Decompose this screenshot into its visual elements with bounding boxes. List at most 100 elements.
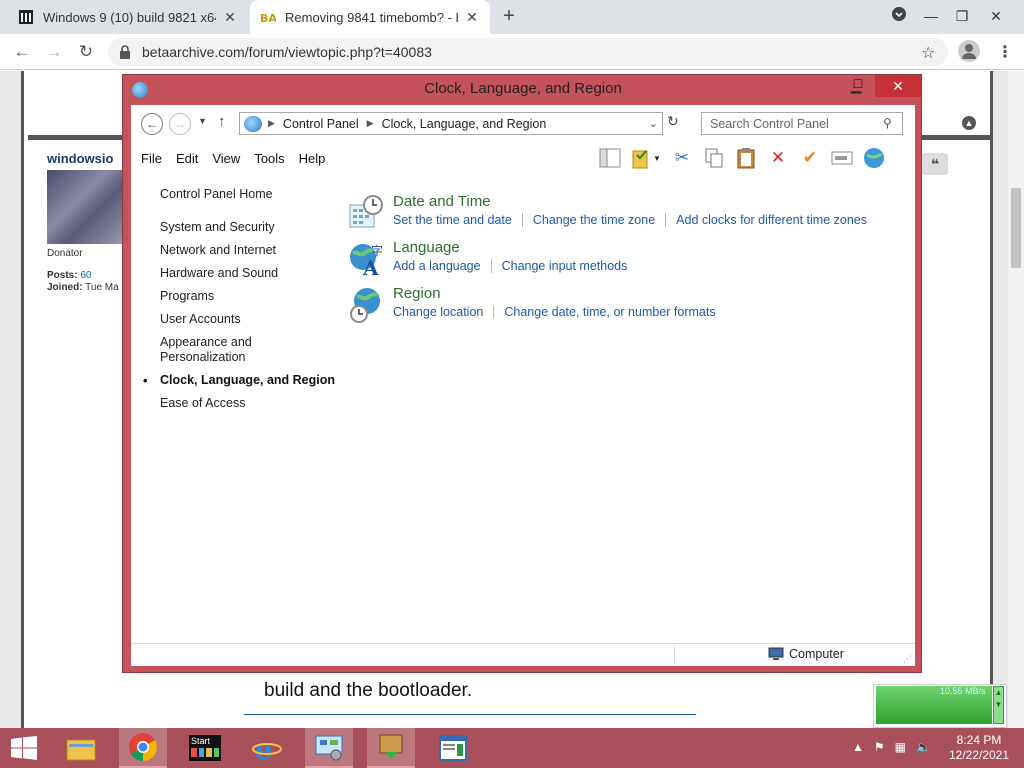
layout-pane-icon[interactable] <box>597 145 623 171</box>
resize-grip-icon[interactable]: ⋰ <box>903 654 912 665</box>
new-tab-icon[interactable]: + <box>498 6 520 28</box>
search-icon[interactable]: ⚲ <box>883 116 892 130</box>
link-set-time-date[interactable]: Set the time and date <box>393 213 512 227</box>
post-body-text: build and the bootloader. <box>264 680 473 701</box>
category-title[interactable]: Region <box>393 285 441 302</box>
quote-button[interactable]: ❝ <box>922 153 948 175</box>
menu-edit[interactable]: Edit <box>176 151 198 166</box>
network-icon[interactable]: ▦ <box>895 740 906 754</box>
nav-hardware-sound[interactable]: Hardware and Sound <box>160 266 340 281</box>
explorer-back-icon[interactable]: ← <box>141 113 163 135</box>
language-globe-icon: A字 <box>350 243 383 277</box>
explorer-address-bar[interactable]: ▶ Control Panel ▶ Clock, Language, and R… <box>239 112 663 135</box>
link-change-time-zone[interactable]: Change the time zone <box>533 213 655 227</box>
posts-count[interactable]: 60 <box>80 270 91 281</box>
menu-file[interactable]: File <box>141 151 162 166</box>
nav-ease-of-access[interactable]: Ease of Access <box>160 396 340 411</box>
volume-muted-icon[interactable]: 🔈 <box>916 740 931 754</box>
taskbar-start-app[interactable]: Start <box>181 728 229 768</box>
joined-value: Tue Ma <box>85 282 119 293</box>
menu-kebab-icon[interactable]: ⋮ <box>997 42 1013 62</box>
category-links: Set the time and date Change the time zo… <box>393 213 867 227</box>
window-title: Clock, Language, and Region <box>424 80 622 97</box>
scrollbar-thumb[interactable] <box>1011 188 1021 268</box>
bookmark-star-icon[interactable]: ☆ <box>921 43 935 63</box>
url-text[interactable]: betaarchive.com/forum/viewtopic.php?t=40… <box>142 44 432 60</box>
link-add-language[interactable]: Add a language <box>393 259 481 273</box>
internet-globe-icon[interactable] <box>861 145 887 171</box>
delete-icon[interactable]: ✕ <box>765 145 791 171</box>
taskbar-clock[interactable]: 8:24 PM 12/22/2021 <box>944 733 1014 763</box>
clock-calendar-icon <box>349 195 383 228</box>
taskbar-internet-explorer[interactable]: e <box>243 728 291 768</box>
reload-icon[interactable]: ↻ <box>74 40 98 64</box>
address-dropdown-icon[interactable]: ⌄ <box>649 117 658 130</box>
status-separator <box>674 646 675 664</box>
nav-programs[interactable]: Programs <box>160 289 340 304</box>
forward-icon[interactable]: → <box>42 40 66 64</box>
properties-check-icon[interactable]: ▼ <box>629 145 663 171</box>
close-tab-icon[interactable]: ✕ <box>464 9 480 26</box>
taskbar-download-app[interactable] <box>367 728 415 768</box>
tab-search-icon[interactable] <box>885 5 913 29</box>
clock-time: 8:24 PM <box>956 733 1002 747</box>
breadcrumb-chevron-icon[interactable]: ▶ <box>367 118 374 129</box>
restore-icon[interactable]: ❐ <box>948 4 976 28</box>
taskbar-control-panel[interactable] <box>305 728 353 768</box>
status-computer: Computer <box>768 647 844 661</box>
nav-system-security[interactable]: System and Security <box>160 220 340 235</box>
profile-avatar-icon[interactable] <box>958 40 980 62</box>
network-speed-label: 10.55 MB/s <box>940 686 986 696</box>
svg-text:BA: BA <box>260 12 276 25</box>
window-maximize-icon[interactable]: ☐ <box>845 77 871 97</box>
breadcrumb-control-panel[interactable]: Control Panel <box>283 117 359 131</box>
menu-view[interactable]: View <box>212 151 240 166</box>
back-icon[interactable]: ← <box>10 40 34 64</box>
page-scrollbar[interactable] <box>1008 71 1024 729</box>
cut-icon[interactable]: ✂ <box>669 145 695 171</box>
explorer-forward-icon[interactable]: → <box>169 113 191 135</box>
category-title[interactable]: Language <box>393 239 460 256</box>
browser-tab-1[interactable]: Windows 9 (10) build 9821 x64 D ✕ <box>8 0 248 34</box>
link-change-formats[interactable]: Change date, time, or number formats <box>504 305 715 319</box>
rename-icon[interactable] <box>829 145 855 171</box>
minimize-icon[interactable]: — <box>917 4 945 28</box>
nav-appearance-personalization[interactable]: Appearance and Personalization <box>160 335 270 365</box>
menu-help[interactable]: Help <box>299 151 326 166</box>
nav-control-panel-home[interactable]: Control Panel Home <box>160 187 340 202</box>
close-tab-icon[interactable]: ✕ <box>222 9 238 26</box>
select-all-check-icon[interactable]: ✔ <box>797 145 823 171</box>
paste-icon[interactable] <box>733 145 759 171</box>
copy-icon[interactable] <box>701 145 727 171</box>
browser-tab-2[interactable]: BA Removing 9841 timebomb? - Be ✕ <box>250 0 490 34</box>
taskbar-chrome[interactable] <box>119 728 167 768</box>
refresh-icon[interactable]: ↻ <box>667 113 679 130</box>
action-center-flag-icon[interactable]: ⚑ <box>874 740 885 754</box>
page-right-gutter <box>990 71 1008 729</box>
start-button[interactable] <box>0 728 48 768</box>
taskbar-notepad-app[interactable] <box>429 728 477 768</box>
back-to-top-icon[interactable]: ▲ <box>962 116 976 130</box>
explorer-window[interactable]: Clock, Language, and Region ▁ ☐ ✕ ← → ▼ … <box>122 74 922 673</box>
link-change-input-methods[interactable]: Change input methods <box>502 259 628 273</box>
up-level-icon[interactable]: ↑ <box>218 113 226 130</box>
search-input[interactable]: Search Control Panel <box>701 112 903 135</box>
recent-locations-chevron-icon[interactable]: ▼ <box>198 116 207 126</box>
window-close-icon[interactable]: ✕ <box>875 75 921 97</box>
svg-text:字: 字 <box>371 243 383 258</box>
nav-clock-language-region[interactable]: Clock, Language, and Region <box>143 373 340 388</box>
region-globe-icon <box>350 288 380 323</box>
category-links: Add a language Change input methods <box>393 259 627 273</box>
close-icon[interactable]: ✕ <box>982 4 1010 28</box>
taskbar-file-explorer[interactable] <box>57 728 105 768</box>
menu-tools[interactable]: Tools <box>254 151 284 166</box>
breadcrumb-chevron-icon[interactable]: ▶ <box>268 118 275 129</box>
nav-network-internet[interactable]: Network and Internet <box>160 243 340 258</box>
link-change-location[interactable]: Change location <box>393 305 483 319</box>
poster-username[interactable]: windowsio <box>47 151 113 166</box>
category-title[interactable]: Date and Time <box>393 193 491 210</box>
show-hidden-icons-icon[interactable]: ▲ <box>852 740 864 754</box>
nav-user-accounts[interactable]: User Accounts <box>160 312 340 327</box>
link-add-clocks[interactable]: Add clocks for different time zones <box>676 213 867 227</box>
breadcrumb-current[interactable]: Clock, Language, and Region <box>382 117 547 131</box>
